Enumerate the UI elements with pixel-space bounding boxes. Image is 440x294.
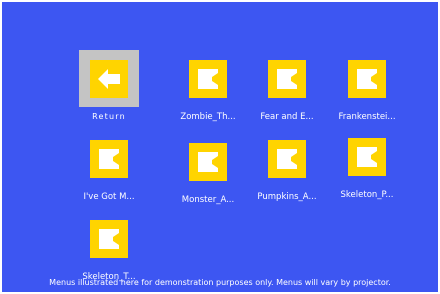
video-file-icon [189,59,227,98]
video-file-icon [348,59,386,98]
video-file-icon [268,59,306,98]
menu-item-label: Return [92,112,126,121]
menu-item-file[interactable]: Skeleton_T... [69,212,149,282]
video-file-icon [189,142,227,181]
menu-item-label: Fear and E... [260,112,314,122]
menu-item-return[interactable]: Return [69,50,149,122]
video-file-icon [90,219,128,258]
projector-menu-screen: Return Zombie_Th... Fear and E... Franke… [2,2,438,292]
menu-item-label: Zombie_Th... [180,112,236,122]
menu-item-label: I've Got M... [83,192,135,202]
menu-item-file[interactable]: Pumpkins_A... [247,132,327,202]
menu-item-file[interactable]: Skeleton_P... [327,130,407,200]
menu-item-label: Pumpkins_A... [257,192,317,202]
menu-item-file[interactable]: Zombie_Th... [168,52,248,122]
video-file-icon [90,139,128,178]
menu-item-file[interactable]: Frankenstei... [327,52,407,122]
video-file-icon [268,139,306,178]
footer-disclaimer: Menus illustrated here for demonstration… [49,278,391,287]
menu-item-file[interactable]: Monster_A... [168,135,248,205]
menu-item-file[interactable]: I've Got M... [69,132,149,202]
menu-item-file[interactable]: Fear and E... [247,52,327,122]
return-arrow-icon [90,59,128,98]
video-file-icon [348,137,386,176]
menu-item-label: Monster_A... [181,195,235,205]
menu-item-label: Frankenstei... [338,112,396,122]
selection-highlight [79,50,139,107]
menu-item-label: Skeleton_P... [340,190,394,200]
